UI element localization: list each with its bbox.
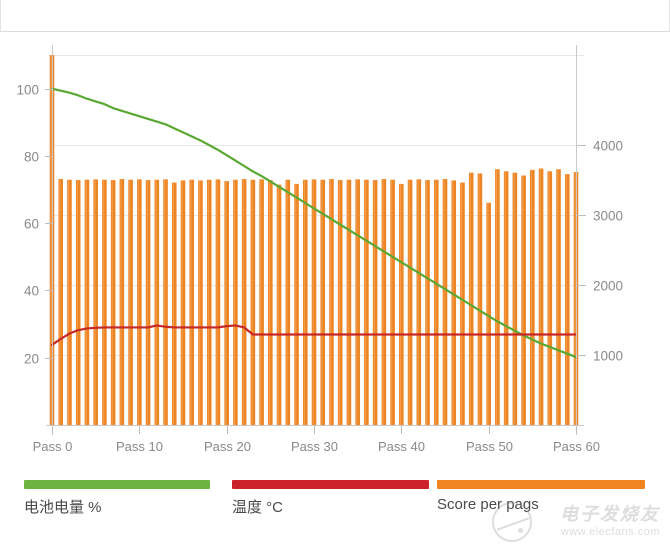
bar [102, 179, 107, 425]
x-tick-label: Pass 50 [466, 439, 513, 454]
bar [521, 175, 526, 425]
y-tick-label-left: 100 [16, 83, 39, 98]
y-axis-right-ticks: 1000 2000 3000 4000 [577, 139, 623, 364]
y-tick-label-left: 60 [24, 217, 39, 232]
legend-label-temperature: 温度 °C [232, 499, 283, 516]
bar [381, 179, 387, 425]
x-tick-label: Pass 60 [553, 439, 600, 454]
bar [530, 169, 535, 425]
bar [206, 179, 212, 425]
bar [285, 179, 291, 425]
bar [311, 179, 317, 425]
bar [215, 179, 221, 425]
bar [268, 180, 273, 425]
x-tick-label: Pass 40 [378, 439, 425, 454]
y-tick-label-right: 3000 [593, 209, 623, 224]
bar [372, 180, 378, 425]
bar [110, 180, 116, 425]
bar [547, 171, 553, 425]
bar [399, 183, 404, 425]
bar [495, 169, 500, 425]
legend-swatch-battery [24, 480, 210, 489]
bar [67, 179, 72, 425]
bar [425, 180, 430, 425]
chart-container: 20 40 60 80 100 1000 2000 3000 4000 Pass 0 Pass 10… [0, 32, 670, 480]
bar [407, 179, 413, 425]
bar [163, 179, 168, 425]
bar [451, 180, 457, 425]
y-tick-label-right: 1000 [593, 349, 623, 364]
bar [145, 180, 151, 425]
bar [259, 179, 264, 425]
x-tick-label: Pass 30 [291, 439, 338, 454]
y-tick-label-left: 40 [24, 284, 39, 299]
legend-swatch-temperature [232, 480, 429, 489]
x-tick-label: Pass 20 [204, 439, 251, 454]
bar [302, 179, 308, 425]
bar [233, 179, 238, 425]
bar [189, 179, 195, 425]
bar [250, 179, 256, 425]
bar [224, 181, 229, 425]
bar [119, 179, 125, 425]
bar [329, 179, 334, 425]
bar [416, 179, 422, 425]
bar [294, 183, 299, 425]
panel-edge-left [0, 0, 1, 32]
bar [241, 179, 247, 425]
bar [364, 179, 369, 425]
bar [512, 172, 518, 425]
chart-screen: 20 40 60 80 100 1000 2000 3000 4000 Pass 0 Pass 10… [0, 0, 670, 554]
bar [180, 180, 186, 425]
bar [320, 179, 326, 425]
y-tick-label-right: 4000 [593, 139, 623, 154]
y-tick-label-right: 2000 [593, 279, 623, 294]
bar [355, 179, 360, 425]
legend-label-battery: 电池电量 % [24, 499, 102, 516]
legend-item-battery[interactable]: 电池电量 % [24, 480, 210, 517]
bar [137, 179, 142, 425]
bar [503, 171, 509, 425]
battery-temperature-score-chart[interactable]: 20 40 60 80 100 1000 2000 3000 4000 Pass 0 Pass 10… [0, 32, 670, 480]
bar [84, 179, 90, 425]
legend-item-temperature[interactable]: 温度 °C [232, 480, 429, 517]
x-axis-ticks: Pass 0 Pass 10 Pass 20 Pass 30 Pass 40 Pass 5… [33, 426, 600, 454]
y-axis-left-ticks: 20 40 60 80 100 [16, 83, 52, 367]
bar [58, 179, 64, 425]
chart-legend: 电池电量 % 温度 °C Score per pags [0, 480, 670, 554]
bar-series-score-per-pags [49, 55, 579, 425]
x-tick-label: Pass 10 [116, 439, 163, 454]
bar [337, 180, 343, 425]
bar [468, 172, 474, 425]
bar [477, 173, 483, 425]
bar [538, 168, 544, 425]
bar [556, 169, 561, 425]
legend-label-score: Score per pags [437, 496, 539, 513]
bar [346, 179, 352, 425]
bar [433, 179, 439, 425]
bar [154, 179, 160, 425]
bar [93, 179, 98, 425]
bar [276, 184, 282, 425]
bar [75, 180, 81, 425]
bar [460, 182, 465, 425]
y-tick-label-left: 20 [24, 352, 39, 367]
bar [564, 174, 570, 425]
legend-swatch-score [437, 480, 645, 489]
y-tick-label-left: 80 [24, 150, 39, 165]
bar [128, 179, 133, 425]
bar [171, 182, 177, 425]
bar [198, 180, 203, 425]
x-tick-label: Pass 0 [33, 439, 73, 454]
bar [442, 179, 448, 425]
bar [390, 179, 395, 425]
legend-item-score[interactable]: Score per pags [437, 480, 645, 513]
